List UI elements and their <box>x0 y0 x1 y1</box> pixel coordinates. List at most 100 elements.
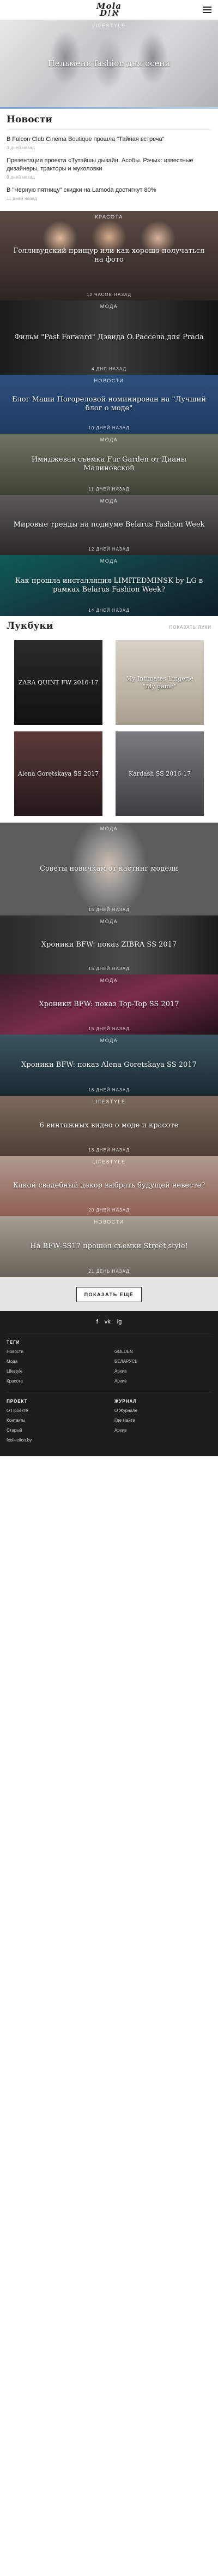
article-card[interactable]: LIFESTYLE Какой свадебный декор выбрать … <box>0 1156 218 1216</box>
article-card[interactable]: LIFESTYLE 6 винтажных видео о моде и кра… <box>0 1096 218 1156</box>
footer-tag-link[interactable]: Архив <box>114 1369 211 1374</box>
article-card[interactable]: НОВОСТИ На BFW-SS17 прошел съемки Street… <box>0 1216 218 1277</box>
show-more-button[interactable]: ПОКАЗАТЬ ЕЩЁ <box>76 1287 142 1302</box>
show-more-wrap: ПОКАЗАТЬ ЕЩЁ <box>0 1277 218 1311</box>
lookbook-item[interactable]: Kardash SS 2016-17 <box>116 731 204 816</box>
card-title: На BFW-SS17 прошел съемки Street style! <box>30 1242 188 1250</box>
card-date: 20 ДНЕЙ НАЗАД <box>88 1208 130 1213</box>
card-title: Голливудский прищур или как хорошо получ… <box>13 247 205 264</box>
footer-project-title: ПРОЕКТ <box>7 1399 28 1404</box>
footer-journal-title: ЖУРНАЛ <box>114 1399 137 1404</box>
site-footer: f vk ig ТЕГИ Новости Мода Lifestyle Крас… <box>0 1311 218 1456</box>
page: Mola Ⅾ!ℵ LIFESTYLE Пельмени fashion дня … <box>0 0 218 1456</box>
news-title: Новости <box>7 114 211 130</box>
vk-icon[interactable]: vk <box>105 1319 111 1325</box>
article-card[interactable]: МОДА Хроники BFW: показ Alena Goretskaya… <box>0 1035 218 1096</box>
footer-journal-link[interactable]: О Журнале <box>114 1408 211 1413</box>
footer-project-link[interactable]: Контакты <box>7 1418 104 1423</box>
news-item[interactable]: Презентация проекта «Тутэйшы дызайн. Асо… <box>7 157 211 180</box>
article-card[interactable]: МОДА Мировые тренды на подиуме Belarus F… <box>0 495 218 555</box>
footer-project-link[interactable]: О Проекте <box>7 1408 104 1413</box>
hero-card[interactable]: LIFESTYLE Пельмени fashion дня осени <box>0 20 218 107</box>
social-links: f vk ig <box>7 1316 211 1333</box>
news-item-text: Презентация проекта «Тутэйшы дызайн. Асо… <box>7 157 193 172</box>
card-title: Блог Маши Погореловой номинирован на "Лу… <box>11 395 206 412</box>
card-category: КРАСОТА <box>95 214 123 220</box>
article-card[interactable]: МОДА Хроники BFW: показ Top-Top SS 2017 … <box>0 974 218 1035</box>
news-item-date: 3 дней назад <box>7 145 35 150</box>
card-date: 15 ДНЕЙ НАЗАД <box>88 966 130 971</box>
card-date: 16 ДНЕЙ НАЗАД <box>88 1088 130 1092</box>
card-title: Какой свадебный декор выбрать будущей не… <box>13 1181 205 1190</box>
card-title: Имиджевая съемка Fur Garden от Дианы Мал… <box>31 456 187 472</box>
article-card[interactable]: НОВОСТИ Блог Маши Погореловой номинирова… <box>0 375 218 434</box>
lookbook-more-link[interactable]: ПОКАЗАТЬ ЛУКИ <box>169 625 211 630</box>
site-logo[interactable]: Mola Ⅾ!ℵ <box>96 2 122 18</box>
menu-icon[interactable] <box>203 7 211 13</box>
card-category: МОДА <box>100 826 118 831</box>
instagram-icon[interactable]: ig <box>117 1319 122 1325</box>
card-category: МОДА <box>100 304 118 309</box>
article-card[interactable]: МОДА Как прошла инсталляция LIMITEDMINSK… <box>0 555 218 616</box>
card-title: Фильм "Past Forward" Дэвида О.Рассела дл… <box>14 333 204 341</box>
card-title: Хроники BFW: показ ZIBRA SS 2017 <box>41 941 177 949</box>
footer-tag-link[interactable]: БЕЛАРУСЬ <box>114 1359 211 1364</box>
card-date: 11 ДНЕЙ НАЗАД <box>88 487 130 492</box>
lookbook-item[interactable]: Alena Goretskaya SS 2017 <box>14 731 102 816</box>
news-section: Новости В Falcon Club Cinema Boutique пр… <box>0 109 218 211</box>
footer-tag-link[interactable]: GOLDEN <box>114 1349 211 1354</box>
article-card[interactable]: МОДА Фильм "Past Forward" Дэвида О.Рассе… <box>0 300 218 375</box>
article-card[interactable]: КРАСОТА Голливудский прищур или как хоро… <box>0 211 218 300</box>
card-title: 6 винтажных видео о моде и красоте <box>39 1121 179 1130</box>
site-header: Mola Ⅾ!ℵ <box>0 0 218 20</box>
facebook-icon[interactable]: f <box>96 1319 98 1325</box>
footer-tag-link[interactable]: Lifestyle <box>7 1369 104 1374</box>
footer-tags-title: ТЕГИ <box>7 1340 20 1345</box>
card-date: 10 ДНЕЙ НАЗАД <box>88 426 130 430</box>
lookbook-item[interactable]: My Intimates Lingerie "My game" <box>116 640 204 725</box>
card-date: 15 ДНЕЙ НАЗАД <box>88 907 130 912</box>
footer-journal-link[interactable]: Где Найти <box>114 1418 211 1423</box>
card-date: 12 ДНЕЙ НАЗАД <box>88 547 130 552</box>
hero-title: Пельмени fashion дня осени <box>47 58 171 68</box>
footer-tag-link[interactable]: Красота <box>7 1379 104 1384</box>
article-card[interactable]: МОДА Советы новичкам от кастинг модели 1… <box>0 823 218 915</box>
lookbook-section: Лукбуки ПОКАЗАТЬ ЛУКИ ZARA QUINT FW 2016… <box>0 616 218 823</box>
card-date: 15 ДНЕЙ НАЗАД <box>88 1026 130 1031</box>
article-card[interactable]: МОДА Хроники BFW: показ ZIBRA SS 2017 15… <box>0 915 218 974</box>
article-card[interactable]: МОДА Имиджевая съемка Fur Garden от Диан… <box>0 434 218 495</box>
card-title: Хроники BFW: показ Top-Top SS 2017 <box>39 1000 179 1008</box>
card-category: МОДА <box>100 558 118 564</box>
card-date: 21 ДЕНЬ НАЗАД <box>88 1269 130 1274</box>
news-item[interactable]: В Falcon Club Cinema Boutique прошла "Та… <box>7 135 211 150</box>
lookbook-item[interactable]: ZARA QUINT FW 2016-17 <box>14 640 102 725</box>
news-item-date: 8 дней назад <box>7 175 35 180</box>
card-category: LIFESTYLE <box>92 1159 126 1165</box>
hero-category: LIFESTYLE <box>92 23 126 28</box>
lookbook-item-title: ZARA QUINT FW 2016-17 <box>18 678 99 686</box>
footer-tag-link[interactable]: Архив <box>114 1379 211 1384</box>
card-category: НОВОСТИ <box>94 378 124 383</box>
footer-tag-link[interactable]: Новости <box>7 1349 104 1354</box>
lookbook-item-title: Kardash SS 2016-17 <box>129 770 191 777</box>
lookbook-title: Лукбуки <box>7 621 53 631</box>
footer-project-link[interactable]: Старый <box>7 1428 104 1433</box>
card-category: МОДА <box>100 978 118 983</box>
card-category: МОДА <box>100 498 118 504</box>
footer-journal-link[interactable]: Архив <box>114 1428 211 1433</box>
lookbook-item-title: My Intimates Lingerie "My game" <box>125 675 194 690</box>
footer-tag-link[interactable]: Мода <box>7 1359 104 1364</box>
card-title: Мировые тренды на подиуме Belarus Fashio… <box>13 521 205 529</box>
news-item-date: 11 дней назад <box>7 196 38 201</box>
news-item[interactable]: В "Черную пятницу" скидки на Lamoda дост… <box>7 186 211 201</box>
news-item-text: В "Черную пятницу" скидки на Lamoda дост… <box>7 187 156 193</box>
card-title: Хроники BFW: показ Alena Goretskaya SS 2… <box>21 1061 197 1069</box>
footer-project-link[interactable]: fcollection.by <box>7 1438 104 1443</box>
card-date: 14 ДНЕЙ НАЗАД <box>88 608 130 613</box>
card-title: Советы новичкам от кастинг модели <box>40 865 178 873</box>
lookbook-item-title: Alena Goretskaya SS 2017 <box>17 770 99 777</box>
card-category: МОДА <box>100 437 118 442</box>
news-item-text: В Falcon Club Cinema Boutique прошла "Та… <box>7 136 165 143</box>
card-title: Как прошла инсталляция LIMITEDMINSK by L… <box>15 577 203 594</box>
logo-line-2: Ⅾ!ℵ <box>100 8 118 18</box>
